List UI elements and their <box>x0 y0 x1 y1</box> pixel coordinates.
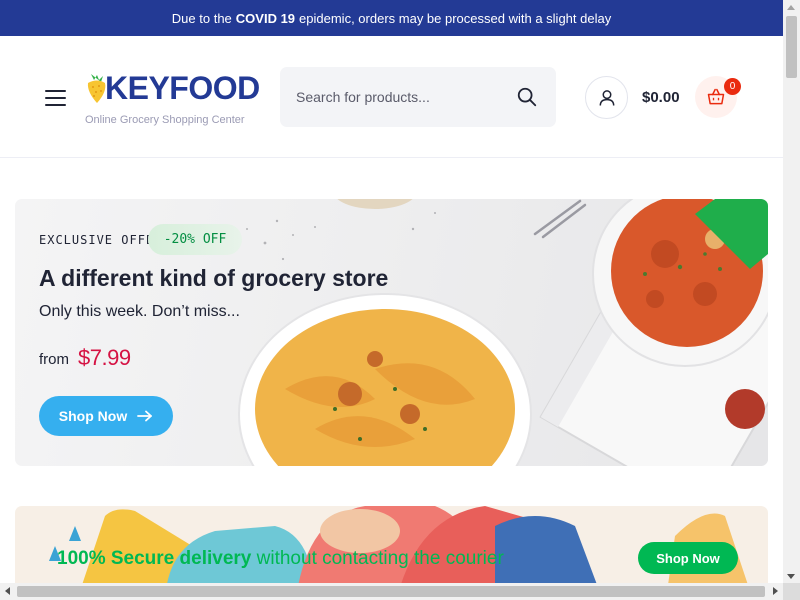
logo-wordmark: KEYFOOD <box>105 70 260 106</box>
hero-subtitle: Only this week. Don’t miss... <box>39 303 240 320</box>
account-button[interactable] <box>585 76 628 119</box>
scroll-left-icon[interactable] <box>5 587 10 595</box>
arrow-right-icon <box>137 410 153 422</box>
scroll-down-icon[interactable] <box>787 574 795 579</box>
search-bar <box>280 67 556 127</box>
announcement-prefix: Due to the <box>171 10 232 26</box>
search-icon[interactable] <box>516 86 538 108</box>
logo-tagline: Online Grocery Shopping Center <box>85 114 245 126</box>
shopping-bag-icon <box>707 88 725 105</box>
hero-price: $7.99 <box>78 345 131 370</box>
cart-total[interactable]: $0.00 <box>642 89 680 106</box>
cart-count-badge: 0 <box>724 78 741 95</box>
promo-shop-now-button[interactable]: Shop Now <box>638 542 738 574</box>
hero-shop-now-label: Shop Now <box>58 408 128 424</box>
announcement-highlight: COVID 19 <box>235 10 296 26</box>
hero-kicker: EXCLUSIVE OFFER <box>39 233 163 247</box>
scroll-up-icon[interactable] <box>787 5 795 10</box>
promo-rest: without contacting the courier <box>256 548 504 569</box>
search-input[interactable] <box>296 67 506 127</box>
announcement-bar: Due to the COVID 19 epidemic, orders may… <box>0 0 783 36</box>
hero-title: A different kind of grocery store <box>39 265 389 291</box>
price-prefix: from <box>39 351 69 368</box>
promo-highlight: 100% Secure delivery <box>57 548 252 569</box>
hero-shop-now-button[interactable]: Shop Now <box>39 396 173 436</box>
hamburger-menu-icon[interactable] <box>45 90 66 106</box>
vertical-scroll-thumb[interactable] <box>786 16 797 78</box>
user-icon <box>599 89 614 106</box>
promo-message: 100% Secure delivery without contacting … <box>57 548 504 570</box>
horizontal-scroll-thumb[interactable] <box>17 586 765 597</box>
site-header: KEYFOOD Online Grocery Shopping Center $… <box>0 36 783 158</box>
scrollbar-corner <box>783 583 800 600</box>
hero-banner: FERNWAY EXCLUSIVE OFFER -20% OFF A diffe… <box>15 199 768 466</box>
discount-badge: -20% OFF <box>148 224 242 255</box>
scroll-right-icon[interactable] <box>773 587 778 595</box>
site-logo[interactable]: KEYFOOD Online Grocery Shopping Center <box>85 70 260 130</box>
announcement-suffix: epidemic, orders may be processed with a… <box>299 10 612 26</box>
horizontal-scrollbar[interactable] <box>0 583 783 600</box>
vertical-scrollbar[interactable] <box>783 0 800 600</box>
recipe-box-brand: FERNWAY <box>614 290 698 374</box>
